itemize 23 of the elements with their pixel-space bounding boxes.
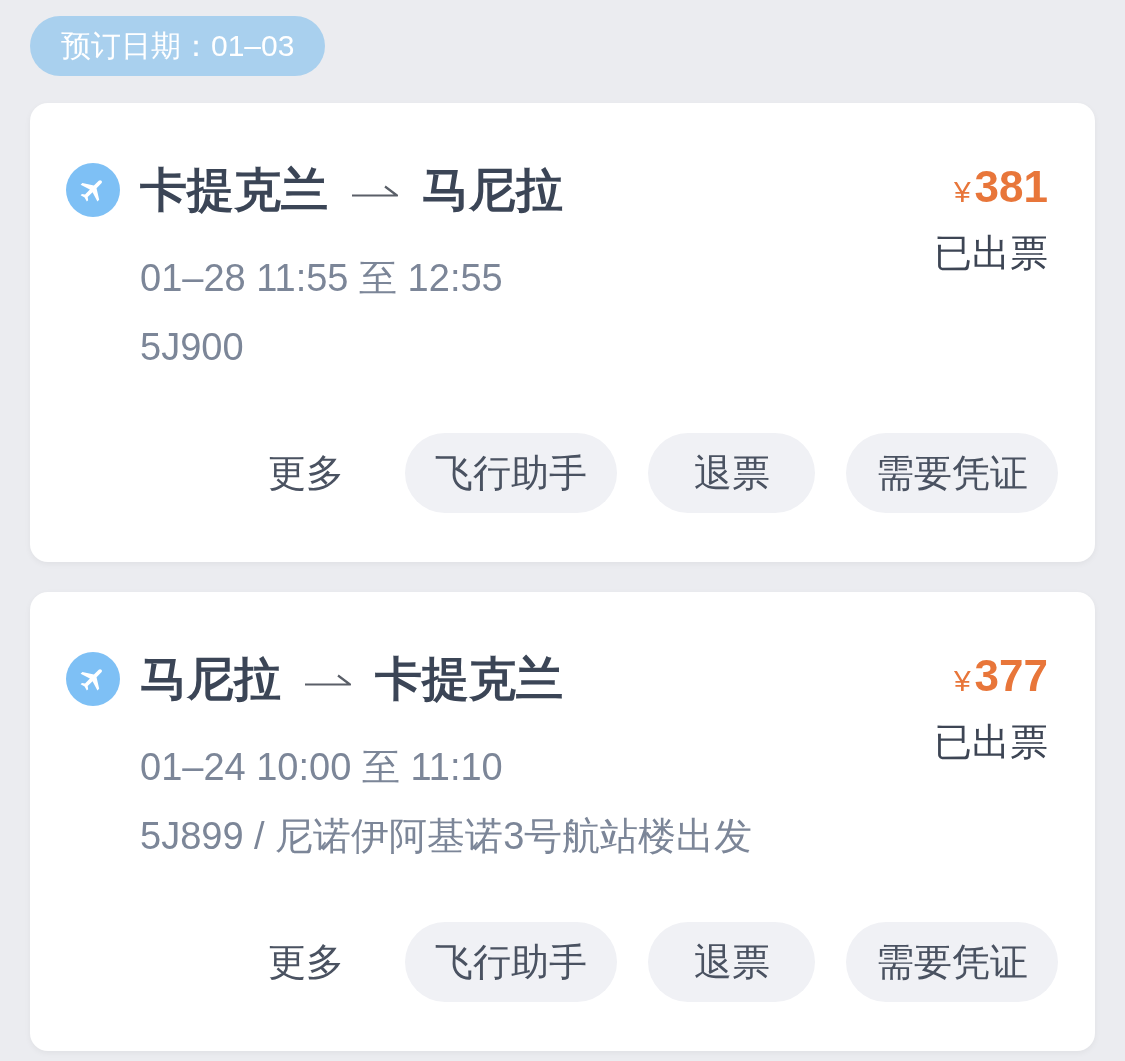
more-link[interactable]: 更多: [238, 433, 374, 513]
arrival-city: 马尼拉: [422, 162, 563, 218]
arrival-city: 卡提克兰: [375, 651, 563, 707]
action-button[interactable]: 需要凭证: [846, 922, 1058, 1002]
flight-details: 5J900: [140, 325, 245, 370]
ticket-status: 已出票: [934, 720, 1048, 765]
flight-time: 01–28 11:55 至 12:55: [140, 256, 504, 301]
action-button[interactable]: 退票: [648, 922, 815, 1002]
departure-city: 马尼拉: [140, 651, 281, 707]
action-button[interactable]: 飞行助手: [405, 922, 617, 1002]
flight-details: 5J899 / 尼诺伊阿基诺3号航站楼出发: [140, 814, 753, 859]
price: ¥377: [953, 651, 1048, 702]
booking-date-badge: 预订日期：01–03: [30, 16, 326, 76]
ticket-status: 已出票: [934, 231, 1048, 276]
flight-time: 01–24 10:00 至 11:10: [140, 745, 504, 790]
price: ¥381: [953, 162, 1048, 213]
airplane-icon: [66, 652, 120, 706]
departure-city: 卡提克兰: [140, 162, 328, 218]
action-button[interactable]: 退票: [648, 433, 815, 513]
airplane-icon: [66, 163, 120, 217]
action-button[interactable]: 需要凭证: [846, 433, 1058, 513]
more-link[interactable]: 更多: [238, 922, 374, 1002]
action-button[interactable]: 飞行助手: [405, 433, 617, 513]
